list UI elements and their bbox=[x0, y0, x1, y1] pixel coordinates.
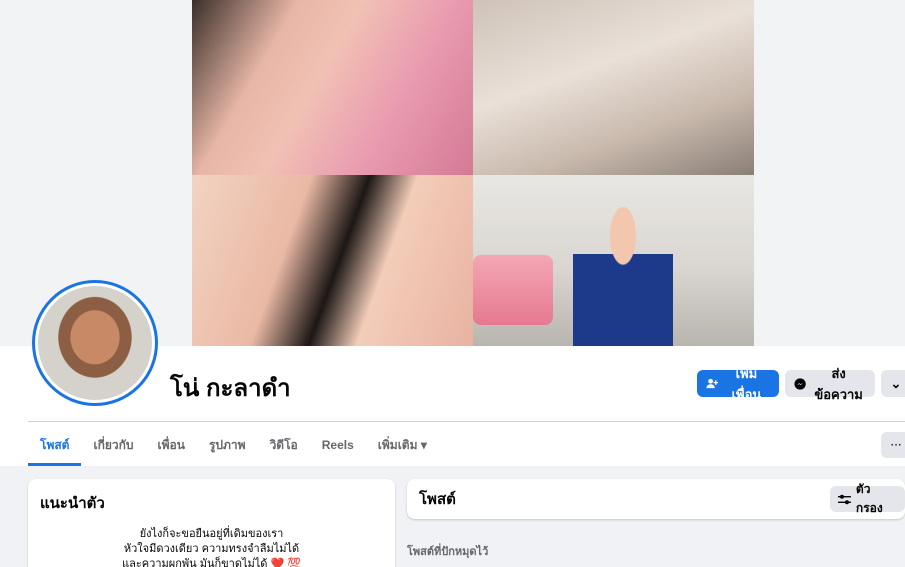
profile-more-button[interactable]: ⌄ bbox=[881, 370, 905, 397]
profile-tabs: โพสต์ เกี่ยวกับ เพื่อน รูปภาพ วิดีโอ Ree… bbox=[28, 426, 439, 466]
avatar-image bbox=[38, 286, 152, 400]
tab-reels[interactable]: Reels bbox=[310, 426, 366, 464]
tab-posts[interactable]: โพสต์ bbox=[28, 426, 82, 466]
add-friend-label: เพิ่มเพื่อน bbox=[731, 365, 762, 402]
tab-friends[interactable]: เพื่อน bbox=[146, 426, 197, 464]
cover-photo-tile bbox=[192, 0, 473, 175]
pinned-posts-label: โพสต์ที่ปักหมุดไว้ bbox=[407, 546, 489, 558]
child-image bbox=[573, 193, 673, 346]
toy-image bbox=[473, 255, 553, 325]
posts-title: โพสต์ bbox=[419, 491, 456, 508]
chevron-down-icon: ⌄ bbox=[890, 375, 902, 391]
intro-title: แนะนำตัว bbox=[40, 495, 105, 512]
filter-icon bbox=[838, 494, 851, 504]
bio-line: ยังไงก็จะขอยืนอยู่ที่เดิมของเรา bbox=[139, 528, 284, 540]
bio-line: และความผูกพัน มันก็ขาดไม่ได้ ❤️ 💯 bbox=[122, 558, 301, 567]
cover-photo-tile bbox=[473, 175, 754, 346]
filter-button[interactable]: ตัวกรอง bbox=[830, 482, 905, 515]
message-label: ส่งข้อความ bbox=[814, 365, 863, 402]
more-dots-icon: ··· bbox=[890, 438, 902, 452]
tab-photos[interactable]: รูปภาพ bbox=[197, 426, 258, 464]
cover-photo[interactable] bbox=[192, 0, 754, 346]
profile-avatar[interactable] bbox=[32, 280, 158, 406]
bio-line: หัวใจมีดวงเดียว ความทรงจำลืมไม่ได้ bbox=[123, 543, 300, 555]
intro-bio: ยังไงก็จะขอยืนอยู่ที่เดิมของเรา หัวใจมีด… bbox=[40, 527, 383, 567]
profile-name: โน่ กะลาดำ bbox=[170, 375, 291, 402]
filter-label: ตัวกรอง bbox=[855, 482, 883, 515]
cover-photo-tile bbox=[473, 0, 754, 175]
messenger-icon bbox=[794, 377, 806, 390]
tab-more[interactable]: เพิ่มเติม ▾ bbox=[366, 426, 439, 464]
add-friend-icon bbox=[706, 378, 718, 389]
add-friend-button[interactable]: เพิ่มเพื่อน bbox=[697, 366, 779, 402]
header-divider bbox=[28, 421, 905, 422]
cover-photo-tile bbox=[192, 175, 473, 346]
tabs-more-button[interactable]: ··· bbox=[881, 432, 905, 458]
message-button[interactable]: ส่งข้อความ bbox=[785, 366, 875, 402]
tab-about[interactable]: เกี่ยวกับ bbox=[81, 426, 145, 464]
posts-header-card: โพสต์ ตัวกรอง bbox=[407, 479, 905, 519]
tab-videos[interactable]: วิดีโอ bbox=[258, 426, 310, 464]
intro-card: แนะนำตัว ยังไงก็จะขอยืนอยู่ที่เดิมของเรา… bbox=[28, 479, 395, 567]
